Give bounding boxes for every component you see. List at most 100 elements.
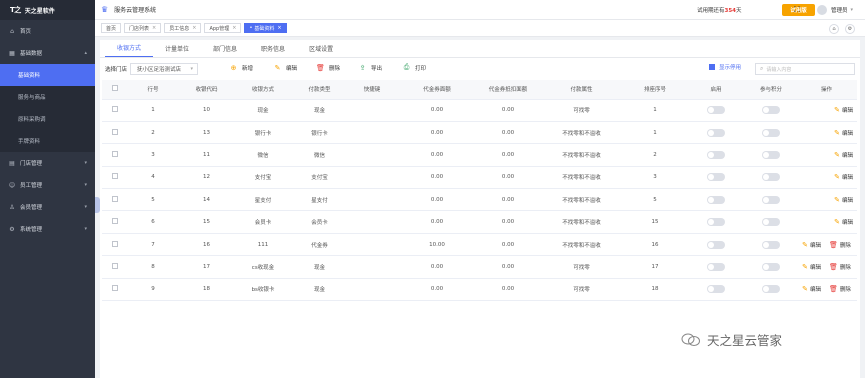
column-header[interactable]: 参与积分 (746, 80, 796, 100)
points-toggle[interactable] (762, 195, 780, 204)
column-header[interactable]: 付款属性 (539, 80, 624, 100)
row-edit-button[interactable]: ✎ 编辑 (834, 106, 853, 114)
column-header[interactable]: 收银代码 (179, 80, 234, 100)
table-row[interactable]: 6 15 会员卡 会员卡 0.00 0.00 不找零和不溢收 15 ✎ 编辑 (102, 210, 857, 234)
table-row[interactable]: 5 14 星支付 星支付 0.00 0.00 不找零和不溢收 5 ✎ 编辑 (102, 188, 857, 212)
column-header[interactable]: 快捷键 (347, 80, 397, 100)
table-row[interactable]: 1 10 现金 现金 0.00 0.00 可找零 1 ✎ 编辑 (102, 99, 857, 122)
print-button[interactable]: ⎙ 打印 (402, 63, 426, 72)
sidebar-item[interactable]: ▦ 基础数据 ▴ (0, 42, 95, 64)
delete-button[interactable]: 🗑 删除 (316, 63, 340, 72)
row-edit-button[interactable]: ✎ 编辑 (834, 218, 853, 226)
add-button[interactable]: ⊕ 新增 (229, 63, 253, 72)
cell-actions: ✎ 编辑 (796, 188, 857, 212)
table-row[interactable]: 4 12 支付宝 支付宝 0.00 0.00 不找零和不溢收 3 ✎ 编辑 (102, 166, 857, 190)
row-checkbox[interactable] (111, 262, 118, 269)
sidebar-subitem[interactable]: 服务与商品 (0, 86, 95, 108)
show-disabled-toggle[interactable]: 显示停用 (709, 63, 741, 71)
row-delete-button[interactable]: 🗑 删除 (829, 263, 851, 271)
points-toggle[interactable] (762, 128, 780, 137)
close-icon[interactable]: × (277, 25, 281, 31)
sidebar-item[interactable]: ▤ 门店管理 ▾ (0, 152, 95, 174)
row-checkbox[interactable] (111, 173, 118, 180)
enabled-toggle[interactable] (707, 150, 725, 159)
tab-tag[interactable]: • 基础资料 × (244, 23, 287, 33)
sidebar-subitem[interactable]: 基础资料 (0, 64, 95, 86)
home-icon[interactable]: ⌂ (829, 24, 839, 34)
points-toggle[interactable] (762, 240, 780, 249)
table-row[interactable]: 3 11 微信 微信 0.00 0.00 不找零和不溢收 2 ✎ 编辑 (102, 143, 857, 167)
row-delete-button[interactable]: 🗑 删除 (829, 241, 851, 249)
points-toggle[interactable] (762, 218, 780, 227)
enabled-toggle[interactable] (707, 173, 725, 182)
edit-button[interactable]: ✎ 编辑 (273, 63, 297, 72)
table-row[interactable]: 9 18 bs收银卡 现金 0.00 0.00 可找零 18 ✎ 编辑 🗑 删除 (102, 278, 857, 302)
points-toggle[interactable] (762, 173, 780, 182)
column-header[interactable]: 付款类型 (292, 80, 347, 100)
column-header[interactable]: 操作 (796, 80, 857, 100)
tab-tag[interactable]: 首页 (101, 23, 122, 33)
cell-enabled (686, 210, 746, 234)
subtab[interactable]: 部门信息 (201, 44, 249, 57)
points-toggle[interactable] (762, 285, 780, 294)
sidebar-item[interactable]: ⚙ 系统管理 ▾ (0, 218, 95, 240)
row-checkbox[interactable] (111, 106, 118, 113)
enabled-toggle[interactable] (707, 128, 725, 137)
row-checkbox[interactable] (111, 240, 118, 247)
enabled-toggle[interactable] (707, 262, 725, 271)
sidebar-item[interactable]: ⌂ 首页 (0, 20, 95, 42)
show-disabled-checkbox[interactable] (709, 64, 715, 70)
store-select[interactable]: 抚小区足浴测试店 ▾ (130, 63, 199, 75)
enabled-toggle[interactable] (707, 240, 725, 249)
subtab[interactable]: 收银方式 (105, 43, 154, 57)
row-edit-button[interactable]: ✎ 编辑 (834, 129, 853, 137)
row-edit-button[interactable]: ✎ 编辑 (834, 151, 853, 159)
row-checkbox[interactable] (111, 128, 118, 135)
row-delete-button[interactable]: 🗑 删除 (829, 285, 851, 293)
close-icon[interactable]: × (192, 25, 196, 31)
tab-tag[interactable]: App管理 × (204, 23, 242, 33)
row-checkbox[interactable] (111, 218, 118, 225)
column-header[interactable]: 代金券面额 (397, 80, 477, 100)
select-all-checkbox[interactable] (111, 85, 118, 92)
row-checkbox[interactable] (111, 150, 118, 157)
row-edit-button[interactable]: ✎ 编辑 (834, 196, 853, 204)
search-input[interactable]: ⌕ 请输入内容 (755, 63, 855, 75)
fullscreen-icon[interactable]: ⛶ (794, 5, 800, 15)
enabled-toggle[interactable] (707, 106, 725, 115)
close-icon[interactable]: × (232, 25, 236, 31)
column-header[interactable]: 代金券抵扣面额 (477, 80, 539, 100)
table-row[interactable]: 2 13 银行卡 银行卡 0.00 0.00 不找零和不溢收 1 ✎ 编辑 (102, 121, 857, 145)
sidebar-subitem[interactable]: 手牌资料 (0, 130, 95, 152)
row-edit-button[interactable]: ✎ 编辑 (834, 173, 853, 181)
row-edit-button[interactable]: ✎ 编辑 (802, 263, 821, 271)
subtab[interactable]: 计量单位 (153, 44, 201, 57)
sidebar-subitem[interactable]: 原料采购调 (0, 108, 95, 130)
sidebar-item[interactable]: ☺ 员工管理 ▾ (0, 174, 95, 196)
column-header[interactable]: 排座序号 (624, 80, 686, 100)
table-row[interactable]: 7 16 111 代金券 10.00 0.00 不找零和不溢收 16 ✎ 编辑 🗑 删除 (102, 233, 857, 257)
tab-tag[interactable]: 员工信息 × (164, 23, 202, 33)
close-icon[interactable]: × (152, 25, 156, 31)
export-button[interactable]: ⇪ 导出 (358, 63, 382, 72)
column-header[interactable]: 启用 (686, 80, 746, 100)
row-edit-button[interactable]: ✎ 编辑 (802, 285, 821, 293)
column-header[interactable]: 收银方式 (234, 80, 292, 100)
enabled-toggle[interactable] (707, 195, 725, 204)
settings-icon[interactable]: ⚙ (845, 24, 855, 34)
points-toggle[interactable] (762, 262, 780, 271)
sidebar-item[interactable]: ♙ 会员管理 ▾ (0, 196, 95, 218)
user-menu[interactable]: 管理员 ▾ (817, 4, 853, 15)
row-checkbox[interactable] (111, 195, 118, 202)
points-toggle[interactable] (762, 150, 780, 159)
row-checkbox[interactable] (111, 285, 118, 292)
table-row[interactable]: 8 17 cs收现金 现金 0.00 0.00 可找零 17 ✎ 编辑 🗑 删除 (102, 255, 857, 279)
column-header[interactable]: 行号 (127, 80, 179, 100)
enabled-toggle[interactable] (707, 218, 725, 227)
row-edit-button[interactable]: ✎ 编辑 (802, 241, 821, 249)
subtab[interactable]: 区域设置 (297, 44, 345, 57)
points-toggle[interactable] (762, 106, 780, 115)
tab-tag[interactable]: 门店列表 × (124, 23, 162, 33)
subtab[interactable]: 职务信息 (249, 44, 297, 57)
enabled-toggle[interactable] (707, 285, 725, 294)
